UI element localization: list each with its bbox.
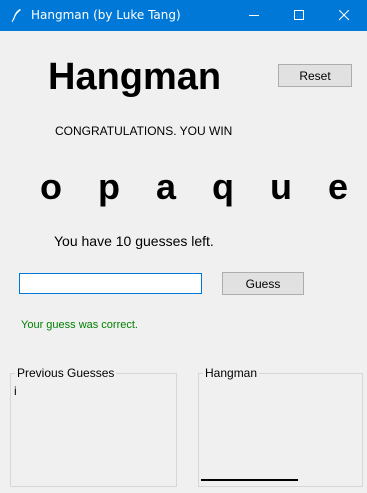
maximize-button[interactable] (277, 0, 322, 31)
maximize-icon (294, 10, 304, 20)
previous-guesses-list: i (14, 384, 17, 398)
hangman-panel: Hangman (198, 366, 363, 487)
guesses-left-text: You have 10 guesses left. (54, 233, 214, 249)
minimize-icon (249, 15, 259, 16)
previous-guesses-label: Previous Guesses (15, 366, 117, 380)
title-bar[interactable]: Hangman (by Luke Tang) (0, 0, 367, 31)
window-title: Hangman (by Luke Tang) (31, 8, 181, 22)
guess-input[interactable] (19, 273, 202, 294)
reset-button[interactable]: Reset (278, 64, 352, 87)
close-button[interactable] (322, 0, 367, 31)
page-title: Hangman (48, 56, 222, 98)
word-display: o p a q u e (40, 166, 362, 207)
gallows-base (201, 479, 298, 481)
minimize-button[interactable] (232, 0, 277, 31)
previous-guesses-panel: Previous Guesses i (10, 366, 177, 487)
hangman-label: Hangman (203, 366, 260, 380)
game-status: CONGRATULATIONS. YOU WIN (55, 124, 233, 138)
feather-icon (9, 7, 25, 23)
close-icon (339, 10, 350, 21)
guess-button[interactable]: Guess (222, 272, 304, 295)
feedback-message: Your guess was correct. (21, 319, 138, 331)
